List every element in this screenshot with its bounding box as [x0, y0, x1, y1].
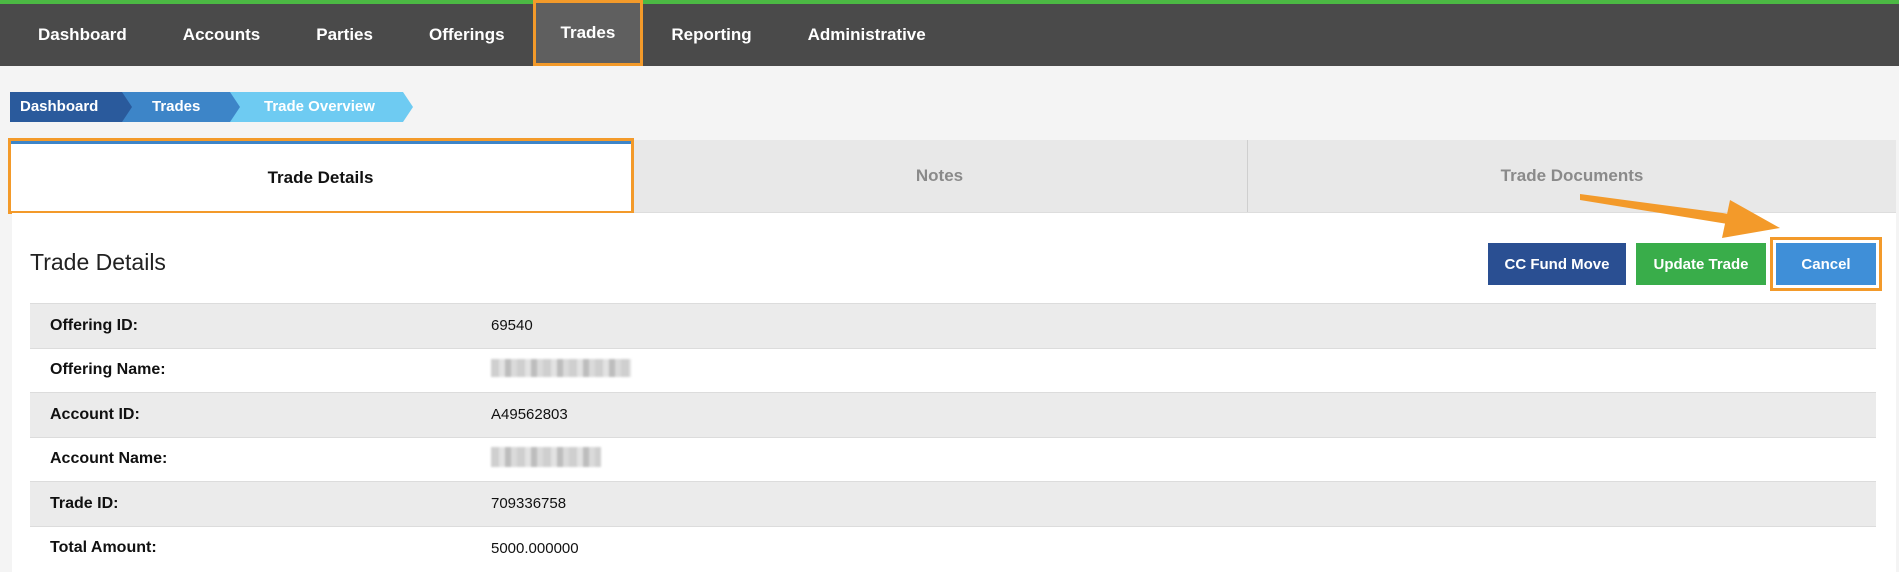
- offering-id-value: 69540: [491, 317, 533, 335]
- tab-notes[interactable]: Notes: [632, 140, 1248, 212]
- total-amount-label: Total Amount:: [50, 539, 157, 557]
- cancel-button[interactable]: Cancel: [1770, 237, 1882, 291]
- tab-trade-details[interactable]: Trade Details: [8, 138, 634, 214]
- breadcrumb-dashboard-label: Dashboard: [20, 98, 99, 115]
- tab-trade-documents[interactable]: Trade Documents: [1248, 140, 1896, 212]
- redacted-offering-name: [491, 359, 631, 378]
- table-row: Account Name:: [30, 436, 1876, 481]
- trade-id-label: Trade ID:: [50, 494, 119, 512]
- offering-name-label: Offering Name:: [50, 361, 166, 379]
- top-navigation: Dashboard Accounts Parties Offerings Tra…: [0, 0, 1899, 66]
- breadcrumb-trade-overview[interactable]: Trade Overview: [230, 92, 413, 122]
- nav-dashboard[interactable]: Dashboard: [10, 4, 155, 66]
- offering-id-label: Offering ID:: [50, 316, 138, 334]
- cc-fund-move-button[interactable]: CC Fund Move: [1488, 243, 1626, 285]
- account-name-label: Account Name:: [50, 450, 168, 468]
- update-trade-button[interactable]: Update Trade: [1636, 243, 1766, 285]
- redacted-account-name: [491, 447, 601, 468]
- annotation-arrow-icon: [1580, 194, 1780, 238]
- breadcrumb-trades-label: Trades: [152, 98, 201, 115]
- account-id-value: A49562803: [491, 406, 568, 424]
- offering-name-value: [491, 359, 631, 381]
- breadcrumb-trades[interactable]: Trades: [122, 92, 240, 122]
- trade-details-panel: Trade Details CC Fund Move Update Trade …: [12, 213, 1896, 572]
- breadcrumb-trade-overview-label: Trade Overview: [264, 98, 375, 115]
- nav-accounts[interactable]: Accounts: [155, 4, 288, 66]
- panel-title: Trade Details: [30, 249, 166, 275]
- table-row: Offering ID: 69540: [30, 303, 1876, 348]
- trade-id-value: 709336758: [491, 495, 567, 513]
- total-amount-value: 5000.000000: [491, 539, 579, 557]
- details-table: Offering ID: 69540 Offering Name: Accoun…: [30, 303, 1876, 570]
- table-row: Total Amount: 5000.000000: [30, 525, 1876, 570]
- nav-trades[interactable]: Trades: [532, 0, 644, 66]
- account-id-label: Account ID:: [50, 405, 140, 423]
- nav-administrative[interactable]: Administrative: [780, 4, 954, 66]
- nav-offerings[interactable]: Offerings: [401, 4, 533, 66]
- breadcrumb: Dashboard Trades Trade Overview: [10, 92, 413, 122]
- nav-reporting[interactable]: Reporting: [643, 4, 779, 66]
- nav-parties[interactable]: Parties: [288, 4, 401, 66]
- table-row: Offering Name:: [30, 347, 1876, 392]
- table-row: Account ID: A49562803: [30, 392, 1876, 437]
- breadcrumb-dashboard[interactable]: Dashboard: [10, 92, 132, 122]
- table-row: Trade ID: 709336758: [30, 481, 1876, 526]
- account-name-value: [491, 447, 601, 471]
